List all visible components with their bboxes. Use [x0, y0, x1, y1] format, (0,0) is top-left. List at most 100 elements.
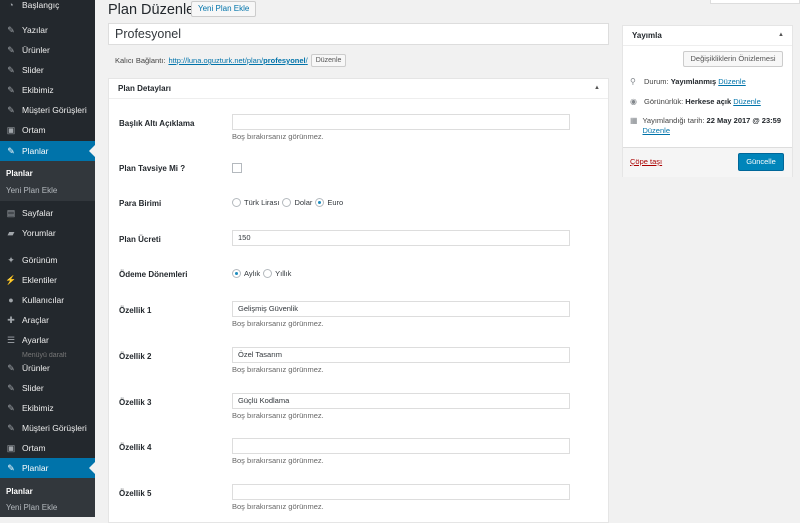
visibility-edit-link[interactable]: Düzenle: [733, 97, 761, 106]
date-row: ▦ Yayımlandığı tarih: 22 May 2017 @ 23:5…: [630, 116, 785, 136]
recommended-checkbox[interactable]: [232, 163, 242, 173]
menu-label: Planlar: [22, 146, 48, 156]
submenu-item-plans[interactable]: Planlar: [6, 169, 33, 178]
radio-button-selected[interactable]: [315, 198, 324, 207]
menu-label: Eklentiler: [22, 275, 57, 285]
menu-item-plans[interactable]: ✎ Planlar: [0, 141, 95, 161]
menu-label: Araçlar: [22, 315, 49, 325]
screen-options-tab[interactable]: [710, 0, 800, 4]
menu-item-appearance[interactable]: ✦ Görünüm: [0, 250, 95, 270]
feature2-label: Özellik 2: [119, 352, 151, 361]
feature4-help: Boş bırakırsanız görünmez.: [232, 456, 324, 465]
radio-button[interactable]: [263, 269, 272, 278]
menu-item-dashboard[interactable]: ◔ Başlangıç: [0, 0, 95, 15]
add-new-plan-button[interactable]: Yeni Plan Ekle: [191, 1, 256, 17]
appearance-icon: ✦: [6, 255, 16, 265]
comments-icon: ▰: [6, 228, 16, 238]
menu-label: Başlangıç: [22, 0, 59, 10]
radio-button-selected[interactable]: [232, 269, 241, 278]
menu-item-users[interactable]: ● Kullanıcılar: [0, 290, 95, 310]
collapse-arrow-icon[interactable]: ▲: [594, 85, 600, 91]
dashboard-icon: ◔: [6, 0, 16, 10]
settings-icon: ☰: [6, 335, 16, 345]
status-value: Yayımlanmış: [671, 77, 716, 86]
pin-icon: ✎: [6, 463, 16, 473]
feature3-help: Boş bırakırsanız görünmez.: [232, 411, 324, 420]
date-edit-link[interactable]: Düzenle: [642, 126, 670, 135]
publish-title: Yayımla: [632, 31, 662, 40]
menu-item-team-2[interactable]: ✎ Ekibimiz: [0, 398, 95, 418]
period-option-yearly[interactable]: Yıllık: [263, 269, 291, 278]
pin-icon: ✎: [6, 105, 16, 115]
media-icon: ▣: [6, 443, 16, 453]
period-option-monthly[interactable]: Aylık: [232, 269, 260, 278]
menu-item-products-2[interactable]: ✎ Ürünler: [0, 358, 95, 378]
pin-icon: ✎: [6, 383, 16, 393]
status-row: ⚲ Durum: Yayımlanmış Düzenle: [630, 77, 746, 86]
recommended-label: Plan Tavsiye Mi ?: [119, 164, 185, 173]
feature2-input[interactable]: Özel Tasarım: [232, 347, 570, 363]
option-label: Euro: [327, 198, 343, 207]
status-label: Durum:: [644, 77, 669, 86]
menu-item-slider-2[interactable]: ✎ Slider: [0, 378, 95, 398]
menu-label: Slider: [22, 65, 44, 75]
radio-button[interactable]: [282, 198, 291, 207]
menu-label: Yorumlar: [22, 228, 56, 238]
visibility-label: Görünürlük:: [644, 97, 683, 106]
status-edit-link[interactable]: Düzenle: [718, 77, 746, 86]
menu-item-testimonials[interactable]: ✎ Müşteri Görüşleri: [0, 100, 95, 120]
plan-details-title: Plan Detayları: [118, 84, 171, 93]
page-title: Plan Düzenle: [108, 2, 194, 18]
currency-label: Para Birimi: [119, 199, 161, 208]
feature3-input[interactable]: Güçlü Kodlama: [232, 393, 570, 409]
pin-icon: ✎: [6, 85, 16, 95]
permalink-link[interactable]: http://luna.oguzturk.net/plan/profesyone…: [168, 56, 307, 65]
menu-item-settings[interactable]: ☰ Ayarlar: [0, 330, 95, 350]
currency-option-eur[interactable]: Euro: [315, 198, 343, 207]
option-label: Yıllık: [275, 269, 291, 278]
publish-header[interactable]: Yayımla ▲: [623, 26, 792, 46]
menu-item-products[interactable]: ✎ Ürünler: [0, 40, 95, 60]
menu-item-media-2[interactable]: ▣ Ortam: [0, 438, 95, 458]
submenu-item-add-plan[interactable]: Yeni Plan Ekle: [6, 186, 57, 195]
menu-item-tools[interactable]: ✚ Araçlar: [0, 310, 95, 330]
radio-button[interactable]: [232, 198, 241, 207]
menu-item-media[interactable]: ▣ Ortam: [0, 120, 95, 140]
feature1-input[interactable]: Gelişmiş Güvenlik: [232, 301, 570, 317]
preview-changes-button[interactable]: Değişikliklerin Önizlemesi: [683, 51, 783, 67]
move-to-trash-link[interactable]: Çöpe taşı: [630, 157, 662, 166]
menu-item-posts[interactable]: ✎ Yazılar: [0, 20, 95, 40]
menu-item-comments[interactable]: ▰ Yorumlar: [0, 223, 95, 243]
menu-label: Ürünler: [22, 45, 50, 55]
menu-item-slider[interactable]: ✎ Slider: [0, 60, 95, 80]
permalink-slug: profesyonel: [263, 56, 306, 65]
feature5-input[interactable]: [232, 484, 570, 500]
feature5-help: Boş bırakırsanız görünmez.: [232, 502, 324, 511]
menu-item-plans-2[interactable]: ✎ Planlar: [0, 458, 95, 478]
menu-item-plugins[interactable]: ⚡ Eklentiler: [0, 270, 95, 290]
eye-icon: ◉: [630, 97, 640, 106]
permalink-edit-button[interactable]: Düzenle: [311, 54, 347, 67]
feature3-label: Özellik 3: [119, 398, 151, 407]
price-input[interactable]: 150: [232, 230, 570, 246]
currency-option-try[interactable]: Türk Lirası: [232, 198, 279, 207]
date-label: Yayımlandığı tarih:: [642, 116, 704, 125]
plan-details-header[interactable]: Plan Detayları ▲: [109, 79, 608, 99]
collapse-arrow-icon[interactable]: ▲: [778, 32, 784, 38]
post-title-input[interactable]: Profesyonel: [108, 23, 609, 45]
feature4-input[interactable]: [232, 438, 570, 454]
menu-item-team[interactable]: ✎ Ekibimiz: [0, 80, 95, 100]
visibility-value: Herkese açık: [685, 97, 731, 106]
admin-sidebar: ◔ Başlangıç ✎ Yazılar ✎ Ürünler ✎ Slider…: [0, 0, 95, 517]
currency-option-usd[interactable]: Dolar: [282, 198, 312, 207]
menu-label: Ayarlar: [22, 335, 49, 345]
subtitle-input[interactable]: [232, 114, 570, 130]
submenu-item-add-plan-2[interactable]: Yeni Plan Ekle: [6, 503, 57, 512]
media-icon: ▣: [6, 125, 16, 135]
menu-item-testimonials-2[interactable]: ✎ Müşteri Görüşleri: [0, 418, 95, 438]
update-button[interactable]: Güncelle: [738, 153, 784, 171]
feature1-help: Boş bırakırsanız görünmez.: [232, 319, 324, 328]
permalink-label: Kalıcı Bağlantı:: [115, 56, 165, 65]
menu-item-pages[interactable]: ▤ Sayfalar: [0, 203, 95, 223]
submenu-item-plans-2[interactable]: Planlar: [6, 487, 33, 496]
